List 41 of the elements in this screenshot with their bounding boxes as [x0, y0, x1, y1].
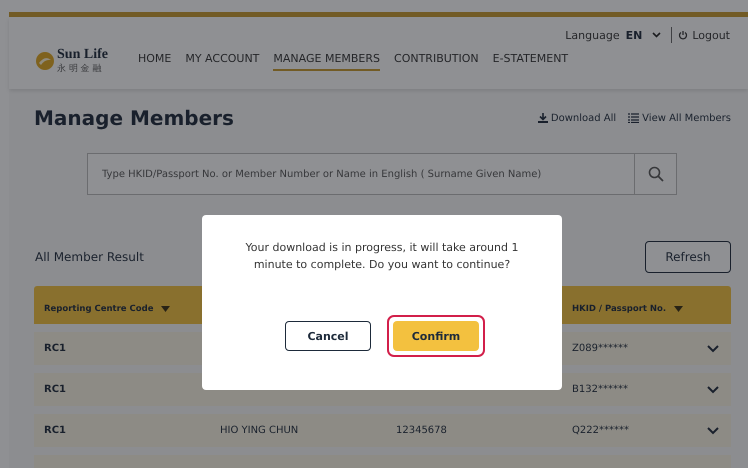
table-cell: HIO YING CHUN: [220, 425, 298, 436]
view-link[interactable]: View All Members: [628, 112, 731, 124]
column-header[interactable]: HKID / Passport No.: [572, 304, 684, 314]
sort-caret-icon: [161, 306, 170, 312]
chevron-down-icon[interactable]: [707, 344, 719, 352]
power-icon: [678, 30, 688, 40]
cancel-button[interactable]: Cancel: [285, 321, 371, 351]
language-select[interactable]: EN: [626, 28, 662, 42]
table-cell: B132******: [572, 384, 628, 395]
nav-tab[interactable]: HOME: [138, 52, 172, 71]
download-link[interactable]: Download All: [538, 112, 616, 124]
logo-name: Sun Life: [57, 47, 108, 62]
nav-tab[interactable]: MY ACCOUNT: [185, 52, 260, 71]
nav-tab[interactable]: CONTRIBUTION: [394, 52, 479, 71]
results-title: All Member Result: [35, 250, 144, 264]
table-cell: RC1: [44, 425, 66, 436]
sort-caret-icon: [674, 306, 684, 312]
chevron-down-icon[interactable]: [707, 386, 719, 394]
page-title: Manage Members: [34, 106, 234, 130]
search-icon: [648, 166, 664, 182]
nav-tab[interactable]: E-STATEMENT: [492, 52, 568, 71]
table-cell: Q222******: [572, 425, 629, 436]
table-cell: Z089******: [572, 343, 628, 354]
confirm-button[interactable]: Confirm: [393, 321, 479, 351]
chevron-down-icon: [652, 32, 662, 38]
dialog-message: Your download is in progress, it will take around 1 minute to complete. Do you want to continue?: [244, 240, 520, 273]
language-label: Language: [565, 28, 620, 42]
table-cell: 12345678: [396, 425, 447, 436]
chevron-down-icon[interactable]: [707, 426, 719, 434]
sun-logo-icon: [35, 51, 55, 71]
download-icon: [538, 113, 548, 123]
nav-tab[interactable]: MANAGE MEMBERS: [273, 52, 380, 71]
table-cell: RC1: [44, 343, 66, 354]
logout-link[interactable]: Logout: [678, 28, 730, 42]
search-button[interactable]: [635, 153, 677, 195]
logo-subtitle: 永 明 金 融: [57, 62, 103, 75]
column-header[interactable]: Reporting Centre Code: [44, 304, 170, 314]
search-field[interactable]: Type HKID/Passport No. or Member Number or Name in English ( Surname Given Name): [87, 153, 635, 195]
list-icon: [628, 113, 640, 123]
table-cell: RC1: [44, 384, 66, 395]
refresh-button[interactable]: Refresh: [645, 241, 731, 273]
